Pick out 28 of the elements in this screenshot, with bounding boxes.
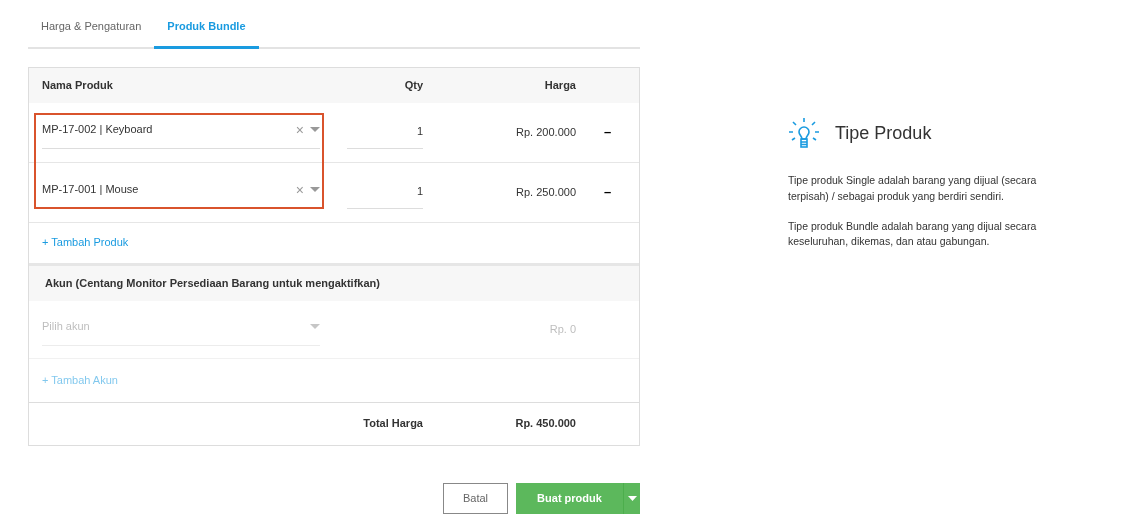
price-text: Rp. 200.000 bbox=[515, 124, 576, 140]
quantity-field[interactable]: 1 bbox=[347, 174, 423, 210]
amount-text: Rp. 0 bbox=[548, 321, 576, 337]
dropdown-caret-icon bbox=[310, 187, 320, 192]
quantity-field[interactable]: 1 bbox=[347, 114, 423, 150]
total-label: Total Harga bbox=[362, 416, 423, 432]
info-paragraph: Tipe produk Single adalah barang yang dijual (secara terpisah) / sebagai produk yang berdiri sendiri. bbox=[788, 173, 1038, 204]
add-product-link[interactable]: + Tambah Produk bbox=[42, 234, 129, 251]
caret-icon bbox=[627, 495, 637, 501]
remove-button[interactable]: – bbox=[603, 122, 612, 142]
column-header: Nama Produk bbox=[41, 77, 114, 93]
column-header: Qty bbox=[403, 77, 423, 93]
cancel-button[interactable]: Batal bbox=[443, 482, 508, 514]
total-value: Rp. 450.000 bbox=[514, 416, 576, 432]
info-paragraph: Tipe produk Bundle adalah barang yang dijual secara keseluruhan, dikemas, dan atau gabungan. bbox=[788, 218, 1038, 250]
tab[interactable]: Harga & Pengaturan bbox=[28, 12, 155, 49]
section-heading: Akun (Centang Monitor Persediaan Barang untuk mengaktifkan) bbox=[44, 275, 380, 291]
tab[interactable]: Produk Bundle bbox=[154, 12, 259, 49]
column-header: Harga bbox=[543, 77, 576, 93]
remove-button[interactable]: – bbox=[603, 182, 612, 202]
product-select[interactable]: MP-17-002 | Keyboard × bbox=[42, 115, 320, 149]
dropdown-caret-icon bbox=[310, 324, 320, 329]
product-select[interactable]: MP-17-001 | Mouse × bbox=[42, 175, 320, 209]
dropdown-caret-icon bbox=[310, 127, 320, 132]
price-text: Rp. 250.000 bbox=[515, 184, 576, 200]
panel-title: Tipe Produk bbox=[835, 121, 932, 145]
dropdown-toggle[interactable] bbox=[623, 482, 640, 514]
lightbulb-icon bbox=[788, 117, 820, 149]
